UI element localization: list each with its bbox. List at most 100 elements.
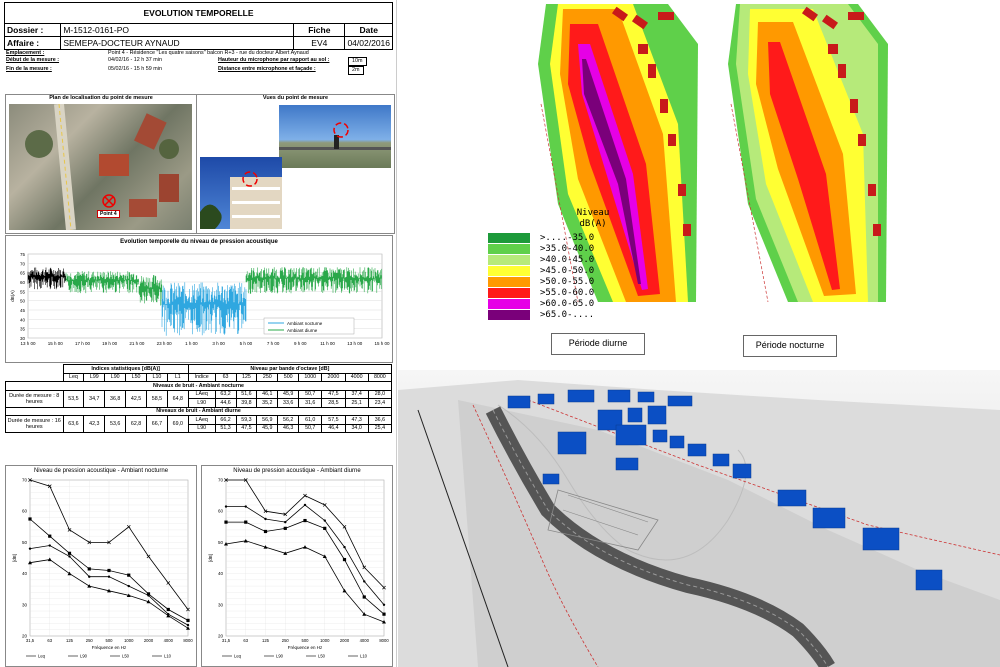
time-x-tick: 19 h 00	[102, 341, 118, 346]
spectrum-x-tick: 63	[47, 638, 52, 643]
spectrum-legend-label: L10	[164, 654, 172, 659]
time-chart-title: Evolution temporelle du niveau de pressi…	[120, 239, 278, 245]
spectrum-x-tick: 4000	[164, 638, 174, 643]
map-legend-swatch	[488, 309, 530, 320]
time-x-tick: 9 h 00	[294, 341, 307, 346]
caption-night: Période nocturne	[743, 335, 837, 357]
spectrum-point	[323, 519, 326, 522]
l90-value: 47,5	[235, 423, 258, 433]
spectrum-point	[264, 517, 267, 521]
l90-value: 25,4	[367, 423, 393, 433]
distance-value: 2m	[348, 66, 364, 75]
map-legend-label: >....-35.0	[540, 232, 595, 243]
facade-shapes	[200, 171, 282, 229]
time-x-tick: 17 h 00	[75, 341, 91, 346]
time-x-tick: 5 h 00	[240, 341, 253, 346]
map-legend-swatch	[488, 287, 530, 298]
l90-value: 39,8	[235, 398, 258, 408]
report-title: EVOLUTION TEMPORELLE	[4, 2, 393, 24]
location-plan-title: Plan de localisation du point de mesure	[49, 95, 153, 101]
spectrum-legend-label: L90	[80, 654, 88, 659]
time-x-tick: 7 h 00	[267, 341, 280, 346]
indice-col-header: L90	[104, 372, 127, 382]
spectrum-point	[303, 503, 307, 507]
fin-value: 05/02/16 - 15 h 59 min	[108, 66, 162, 72]
spectrum-point	[323, 526, 327, 530]
laeq-value: 56,2	[277, 415, 300, 425]
indices-title: Indices statistiques [dB(A)]	[62, 364, 189, 374]
time-y-tick: 70	[20, 261, 26, 266]
spectrum-y-tick: 60	[218, 509, 224, 514]
spectrum-point	[107, 575, 111, 578]
laeq-value: 46,1	[256, 389, 279, 399]
date-value: 04/02/2016	[344, 36, 393, 50]
site-views-panel: Vues du point de mesure	[196, 94, 395, 234]
l90-value: 28,5	[321, 398, 346, 408]
spectrum-x-tick: 500	[302, 638, 310, 643]
map-legend-item: >45.0-50.0	[488, 265, 594, 276]
distance-label: Distance entre microphone et façade :	[218, 66, 316, 72]
time-x-tick: 21 h 00	[129, 341, 145, 346]
spectrum-y-tick: 20	[218, 634, 224, 639]
octave-col-header: 2000	[321, 372, 346, 382]
indice-col-header: Leq	[62, 372, 85, 382]
spectrum-point	[167, 612, 170, 616]
spectrum-point	[283, 526, 287, 530]
map-legend-title: Niveau dB(A)	[558, 208, 628, 230]
indice-value: 42,3	[83, 415, 106, 433]
time-x-tick: 1 h 00	[185, 341, 198, 346]
spectrum-y-tick: 60	[22, 509, 28, 514]
affaire-label: Affaire :	[3, 36, 62, 50]
indice-value: 69,0	[166, 415, 189, 433]
aerial-map-image: Point 4	[9, 104, 192, 230]
spectrum-point	[28, 517, 32, 521]
spectrum-x-tick: 250	[86, 638, 94, 643]
emplacement-value: Point 4 - Résidence "Les quatre saisons"…	[108, 50, 309, 56]
octave-col-header: 500	[277, 372, 300, 382]
time-chart-plot: 7570656055504540353013 h 00 15 h 00 17 h 0…	[10, 252, 390, 346]
laeq-value: 61,0	[298, 415, 323, 425]
indice-value: 66,7	[146, 415, 168, 433]
spectrum-point	[107, 568, 111, 573]
map-legend-label: >55.0-60.0	[540, 287, 595, 298]
time-x-tick: 15 h 00	[374, 341, 390, 346]
indice-value: 53,5	[62, 389, 85, 408]
laeq-value: 66,2	[214, 415, 237, 425]
indice-value: 53,6	[104, 415, 127, 433]
spectrum-chart-diurne: Niveau de pression acoustique - Ambiant …	[201, 465, 393, 667]
laeq-value: 51,6	[235, 389, 258, 399]
hauteur-value: 10m	[348, 57, 367, 66]
spectrum-legend-label: L90	[276, 654, 284, 659]
spectrum-point	[28, 547, 32, 550]
laeq-value: 59,3	[235, 415, 258, 425]
spectrum-nocturne-plot: 31,5 63 125 250 500 1000 2000 4000 8000 70 60 50 40 3…	[12, 478, 193, 659]
map-legend-label: >40.0-45.0	[540, 254, 595, 265]
l90-value: 23,4	[367, 398, 393, 408]
map-legend-swatch	[488, 298, 530, 309]
time-legend-label: Ambiant diurne	[287, 328, 318, 333]
spectrum-point	[68, 555, 71, 558]
spectrum-x-tick: 250	[282, 638, 290, 643]
time-x-tick: 3 h 00	[212, 341, 225, 346]
terrain-3d-view	[398, 370, 1000, 667]
spectrum-x-tick: 31,5	[26, 638, 35, 643]
time-x-tick: 15 h 00	[48, 341, 64, 346]
facade-photo	[200, 157, 282, 229]
spectrum-point	[263, 529, 268, 534]
statistics-table: Indices statistiques [dB(A)] Niveau par …	[5, 364, 393, 433]
l90-value: 35,2	[256, 398, 279, 408]
l90-value: 34,0	[344, 423, 369, 433]
map-legend-item: >55.0-60.0	[488, 287, 594, 298]
time-x-tick: 13 h 00	[20, 341, 36, 346]
indice-value: 62,8	[125, 415, 147, 433]
map-legend-swatch	[488, 243, 530, 254]
balcony-view-photo	[279, 105, 391, 168]
map-legend-item: >50.0-55.0	[488, 276, 594, 287]
indice-value: 34,7	[83, 389, 106, 408]
spectrum-x-tick: 125	[262, 638, 270, 643]
l90-label: L90	[187, 423, 216, 433]
spectrum-y-tick: 20	[22, 634, 28, 639]
indice-value: 63,6	[62, 415, 85, 433]
laeq-value: 47,3	[344, 415, 369, 425]
spectrum-x-tick: 1000	[124, 638, 134, 643]
